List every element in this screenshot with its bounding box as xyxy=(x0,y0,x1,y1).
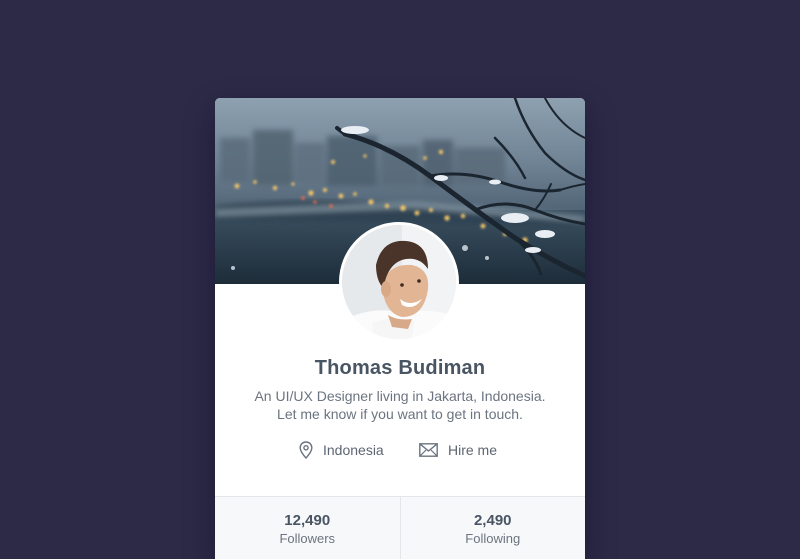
location: Indonesia xyxy=(299,440,384,460)
hire-me-label: Hire me xyxy=(448,442,498,458)
following-label: Following xyxy=(465,531,521,546)
profile-bio: An UI/UX Designer living in Jakarta, Ind… xyxy=(235,387,565,423)
followers-stat[interactable]: 12,490 Followers xyxy=(215,497,400,559)
location-label: Indonesia xyxy=(323,442,384,458)
map-pin-icon xyxy=(299,441,313,459)
profile-name: Thomas Budiman xyxy=(314,357,486,379)
mail-icon xyxy=(419,443,438,457)
following-stat[interactable]: 2,490 Following xyxy=(399,497,586,559)
following-count: 2,490 xyxy=(473,512,512,529)
hire-me-link[interactable]: Hire me xyxy=(419,440,497,460)
stats-bar: 12,490 Followers 2,490 Following xyxy=(215,496,585,559)
profile-card: Thomas Budiman An UI/UX Designer living … xyxy=(215,98,585,559)
bio-line: An UI/UX Designer living in Jakarta, Ind… xyxy=(254,388,546,404)
bio-line: Let me know if you want to get in touch. xyxy=(277,406,523,422)
followers-count: 12,490 xyxy=(284,512,331,529)
avatar[interactable] xyxy=(339,222,459,342)
followers-label: Followers xyxy=(279,531,336,546)
